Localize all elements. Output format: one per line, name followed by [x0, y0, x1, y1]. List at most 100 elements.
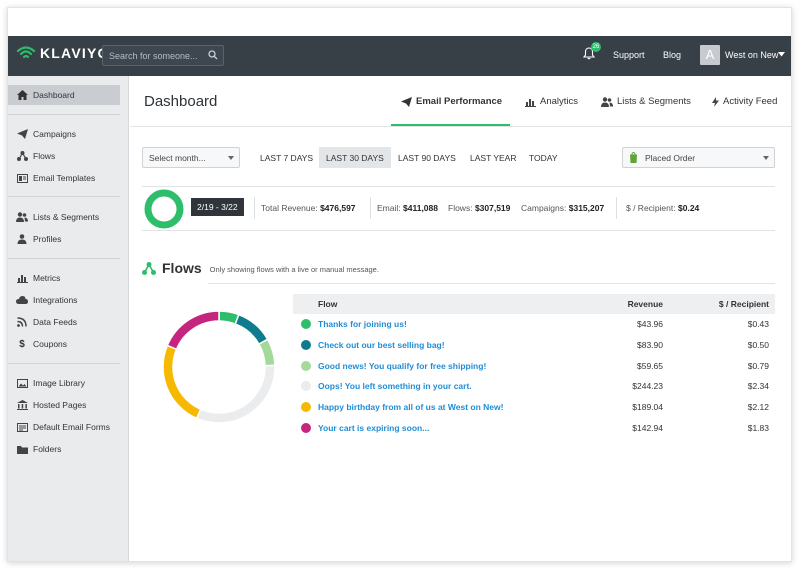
table-row[interactable]: Thanks for joining us! $43.96 $0.43 [293, 314, 775, 335]
flow-per-recipient: $0.79 [747, 360, 769, 371]
sidebar-item-label: Metrics [33, 273, 61, 283]
sidebar-item-email-templates[interactable]: Email Templates [8, 168, 129, 188]
header-divider [130, 126, 791, 127]
donut-slice [195, 364, 276, 424]
sidebar: Dashboard Campaigns Flows Email Template… [8, 76, 129, 561]
sidebar-item-data-feeds[interactable]: Data Feeds [8, 312, 129, 332]
series-color-dot [301, 340, 311, 351]
series-color-dot [301, 381, 311, 392]
flow-name-link[interactable]: Oops! You left something in your cart. [318, 381, 472, 391]
flows-table-header: Flow Revenue $ / Recipient [293, 294, 775, 314]
form-icon [16, 421, 28, 433]
sidebar-item-metrics[interactable]: Metrics [8, 268, 129, 288]
building-icon [16, 399, 28, 411]
search-input[interactable] [103, 46, 203, 65]
column-header-flow[interactable]: Flow [318, 299, 337, 309]
flow-name-link[interactable]: Your cart is expiring soon... [318, 423, 429, 433]
table-row[interactable]: Good news! You qualify for free shipping… [293, 355, 775, 376]
flow-name-link[interactable]: Good news! You qualify for free shipping… [318, 361, 486, 371]
stat-value: $315,207 [568, 203, 605, 213]
klaviyo-logo[interactable]: KLAVIYO [16, 45, 110, 61]
search-icon[interactable] [208, 50, 218, 60]
chevron-down-icon[interactable] [778, 52, 785, 57]
stats-separator [254, 197, 255, 219]
sidebar-item-folders[interactable]: Folders [8, 439, 129, 459]
month-select[interactable]: Select month... [142, 147, 240, 168]
bar-chart-icon [525, 98, 536, 107]
sidebar-item-integrations[interactable]: Integrations [8, 290, 129, 310]
stat-label: Campaigns: [521, 203, 567, 213]
column-header-per-recipient[interactable]: $ / Recipient [719, 299, 769, 309]
tab-label: Email Performance [416, 96, 503, 107]
sidebar-item-dashboard[interactable]: Dashboard [8, 85, 120, 105]
sidebar-item-label: Folders [33, 444, 62, 454]
home-icon [16, 89, 28, 101]
blog-link[interactable]: Blog [663, 50, 681, 60]
revenue-summary-bar: 2/19 - 3/22 Total Revenue: $476,597 Emai… [142, 186, 775, 231]
flow-name-link[interactable]: Happy birthday from all of us at West on… [318, 402, 503, 412]
account-name[interactable]: West on New [725, 50, 778, 60]
table-row[interactable]: Happy birthday from all of us at West on… [293, 397, 775, 418]
series-color-dot [301, 422, 311, 433]
tab-lists-segments[interactable]: Lists & Segments [601, 96, 691, 107]
flow-name-link[interactable]: Thanks for joining us! [318, 319, 407, 329]
table-row[interactable]: Oops! You left something in your cart. $2… [293, 376, 775, 397]
sidebar-item-label: Data Feeds [33, 317, 77, 327]
tab-analytics[interactable]: Analytics [525, 96, 578, 107]
sidebar-item-hosted-pages[interactable]: Hosted Pages [8, 395, 129, 415]
email-revenue-stat: Email: $411,088 [377, 203, 438, 213]
window-top-strip [8, 8, 791, 36]
notifications-button[interactable]: 26 [582, 42, 601, 65]
users-icon [16, 211, 28, 223]
flow-revenue: $244.23 [632, 381, 663, 392]
flow-name-link[interactable]: Check out our best selling bag! [318, 340, 445, 350]
dollar-icon: $ [19, 338, 25, 350]
sidebar-item-lists-segments[interactable]: Lists & Segments [8, 207, 129, 227]
column-header-revenue[interactable]: Revenue [628, 299, 663, 309]
sidebar-item-label: Lists & Segments [33, 212, 100, 222]
tab-email-performance[interactable]: Email Performance [401, 96, 502, 107]
table-row[interactable]: Your cart is expiring soon... $142.94 $1.8… [293, 417, 775, 438]
sidebar-divider [8, 114, 120, 115]
flow-revenue: $189.04 [632, 402, 663, 413]
table-row[interactable]: Check out our best selling bag! $83.90 $0.… [293, 335, 775, 356]
metric-select-value: Placed Order [645, 152, 696, 163]
series-color-dot [301, 319, 311, 330]
bolt-icon [712, 96, 719, 107]
sidebar-item-campaigns[interactable]: Campaigns [8, 124, 129, 144]
sidebar-item-image-library[interactable]: Image Library [8, 373, 129, 393]
cloud-icon [16, 294, 28, 306]
range-last-90-days[interactable]: LAST 90 DAYS [391, 147, 463, 168]
per-recipient-stat: $ / Recipient: $0.24 [626, 203, 699, 213]
sidebar-item-default-email-forms[interactable]: Default Email Forms [8, 417, 129, 437]
campaigns-revenue-stat: Campaigns: $315,207 [521, 203, 604, 213]
flow-per-recipient: $1.83 [747, 422, 769, 433]
main-content: Dashboard Email Performance Analytics Li… [130, 76, 791, 561]
donut-slice [257, 338, 276, 367]
flows-table-body: Thanks for joining us! $43.96 $0.43 Check o… [293, 314, 775, 438]
sidebar-item-coupons[interactable]: $ Coupons [8, 334, 129, 354]
flows-icon [142, 261, 156, 275]
user-icon [16, 233, 28, 245]
support-link[interactable]: Support [613, 50, 645, 60]
chevron-down-icon [228, 156, 234, 160]
search-box[interactable] [102, 45, 224, 66]
series-color-dot [301, 360, 311, 371]
range-today[interactable]: TODAY [522, 147, 565, 168]
metric-select[interactable]: Placed Order [622, 147, 775, 168]
range-last-7-days[interactable]: LAST 7 DAYS [253, 147, 320, 168]
range-last-30-days[interactable]: LAST 30 DAYS [319, 147, 391, 168]
stat-value: $0.24 [678, 203, 700, 213]
sidebar-item-profiles[interactable]: Profiles [8, 229, 129, 249]
tab-activity-feed[interactable]: Activity Feed [712, 96, 777, 107]
brand-name: KLAVIYO [40, 45, 110, 61]
flow-per-recipient: $0.50 [747, 340, 769, 351]
stat-label: Total Revenue: [261, 203, 318, 213]
sidebar-item-label: Integrations [33, 295, 78, 305]
sidebar-item-flows[interactable]: Flows [8, 146, 129, 166]
sidebar-item-label: Flows [33, 151, 56, 161]
shopify-icon [630, 152, 637, 163]
flows-table: Flow Revenue $ / Recipient Thanks for jo… [293, 294, 775, 438]
avatar[interactable]: A [700, 45, 720, 65]
range-last-year[interactable]: LAST YEAR [463, 147, 523, 168]
